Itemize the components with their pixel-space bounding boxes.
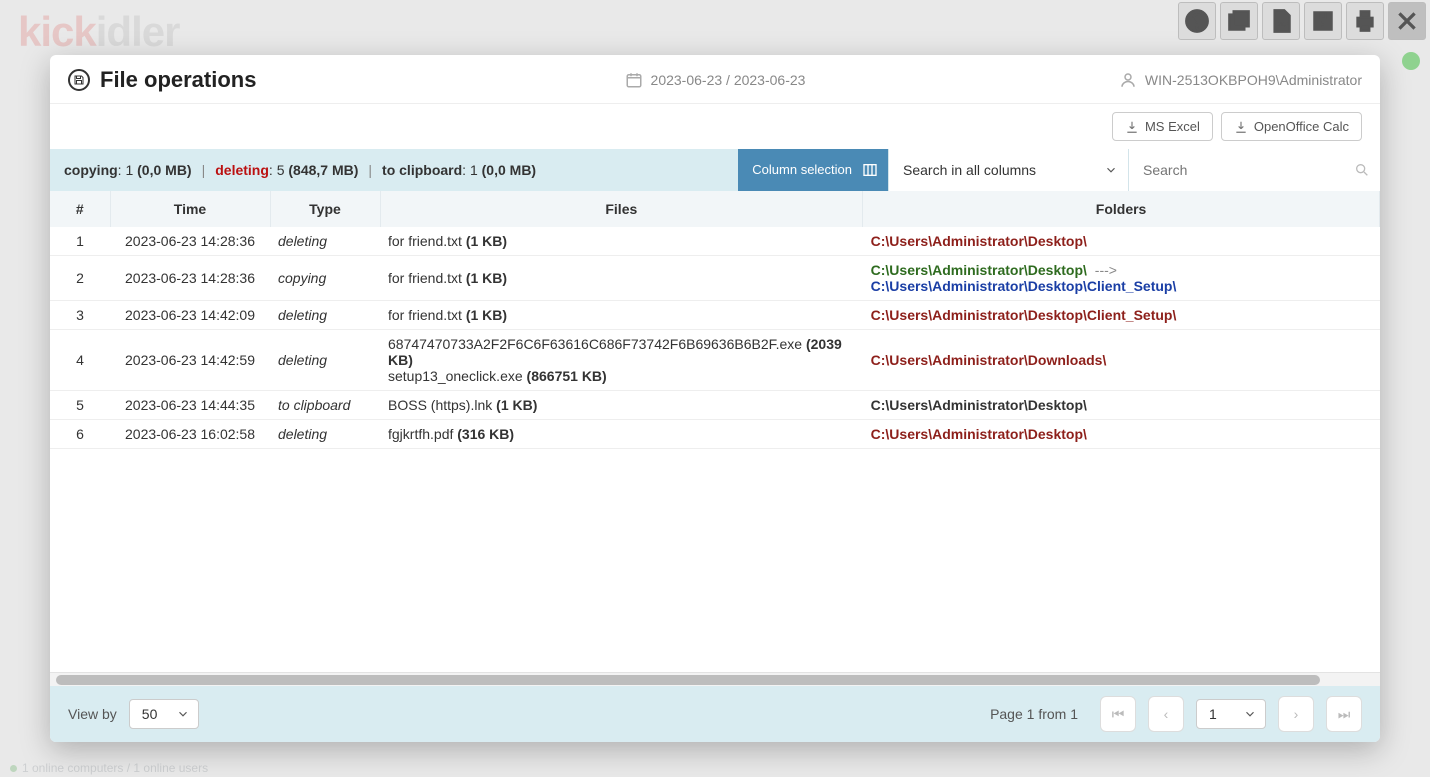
summary-bar: copying: 1 (0,0 MB) | deleting: 5 (848,7… — [50, 149, 1380, 191]
calendar-icon — [625, 71, 643, 89]
cell-time: 2023-06-23 16:02:58 — [110, 420, 270, 449]
download-icon — [1234, 120, 1248, 134]
cell-folders: C:\Users\Administrator\Desktop\ — [863, 420, 1380, 449]
cell-number: 2 — [50, 256, 110, 301]
cell-type: copying — [270, 256, 380, 301]
page-title: File operations — [100, 67, 256, 93]
col-files[interactable]: Files — [380, 191, 863, 227]
panel-header: File operations 2023-06-23 / 2023-06-23 … — [50, 55, 1380, 104]
chevron-down-icon — [1104, 163, 1118, 177]
table-row[interactable]: 22023-06-23 14:28:36copyingfor friend.tx… — [50, 256, 1380, 301]
page-last-button[interactable]: ⏭ — [1326, 696, 1362, 732]
cell-files: fgjkrtfh.pdf (316 KB) — [380, 420, 863, 449]
page-select[interactable]: 1 — [1196, 699, 1266, 729]
cell-type: to clipboard — [270, 391, 380, 420]
cell-files: for friend.txt (1 KB) — [380, 301, 863, 330]
file-operations-panel: File operations 2023-06-23 / 2023-06-23 … — [50, 55, 1380, 742]
file-ops-table: # Time Type Files Folders 12023-06-23 14… — [50, 191, 1380, 449]
rows-per-page-select[interactable]: 50 — [129, 699, 199, 729]
col-folders[interactable]: Folders — [863, 191, 1380, 227]
zip-icon[interactable] — [1304, 2, 1342, 40]
close-icon[interactable] — [1388, 2, 1426, 40]
cell-number: 1 — [50, 227, 110, 256]
user-info: WIN-2513OKBPOH9\Administrator — [931, 71, 1362, 89]
table-row[interactable]: 12023-06-23 14:28:36deletingfor friend.t… — [50, 227, 1380, 256]
download-icon — [1125, 120, 1139, 134]
table-row[interactable]: 62023-06-23 16:02:58deletingfgjkrtfh.pdf… — [50, 420, 1380, 449]
cell-time: 2023-06-23 14:28:36 — [110, 227, 270, 256]
panel-footer: View by 50 Page 1 from 1 ⏮ ‹ 1 › ⏭ — [50, 686, 1380, 742]
cell-number: 4 — [50, 330, 110, 391]
column-selection-button[interactable]: Column selection — [738, 149, 888, 191]
search-icon — [1354, 162, 1370, 178]
cell-folders: C:\Users\Administrator\Downloads\ — [863, 330, 1380, 391]
col-time[interactable]: Time — [110, 191, 270, 227]
online-indicator-icon — [1402, 52, 1420, 70]
col-type[interactable]: Type — [270, 191, 380, 227]
window-icon[interactable] — [1220, 2, 1258, 40]
cell-number: 6 — [50, 420, 110, 449]
page-label: Page 1 from 1 — [990, 706, 1078, 722]
save-disk-icon — [68, 69, 90, 91]
view-by-label: View by — [68, 706, 117, 722]
cell-type: deleting — [270, 227, 380, 256]
page-prev-button[interactable]: ‹ — [1148, 696, 1184, 732]
cell-number: 5 — [50, 391, 110, 420]
cell-folders: C:\Users\Administrator\Desktop\ — [863, 227, 1380, 256]
page-next-button[interactable]: › — [1278, 696, 1314, 732]
date-range-label: 2023-06-23 / 2023-06-23 — [651, 72, 806, 88]
columns-icon — [862, 162, 878, 178]
cell-folders: C:\Users\Administrator\Desktop\Client_Se… — [863, 301, 1380, 330]
search-field — [1128, 149, 1380, 191]
horizontal-scrollbar[interactable] — [50, 672, 1380, 686]
cell-type: deleting — [270, 301, 380, 330]
page-first-button[interactable]: ⏮ — [1100, 696, 1136, 732]
cell-time: 2023-06-23 14:42:59 — [110, 330, 270, 391]
chevron-down-icon — [1243, 707, 1257, 721]
cell-folders: C:\Users\Administrator\Desktop\ — [863, 391, 1380, 420]
cell-files: for friend.txt (1 KB) — [380, 227, 863, 256]
app-logo: kickidler — [18, 8, 179, 56]
date-range[interactable]: 2023-06-23 / 2023-06-23 — [499, 71, 930, 89]
cell-time: 2023-06-23 14:44:35 — [110, 391, 270, 420]
chevron-down-icon — [176, 707, 190, 721]
cell-type: deleting — [270, 420, 380, 449]
cell-number: 3 — [50, 301, 110, 330]
user-label: WIN-2513OKBPOH9\Administrator — [1145, 72, 1362, 88]
table-scroll[interactable]: # Time Type Files Folders 12023-06-23 14… — [50, 191, 1380, 672]
table-row[interactable]: 52023-06-23 14:44:35to clipboardBOSS (ht… — [50, 391, 1380, 420]
cell-files: for friend.txt (1 KB) — [380, 256, 863, 301]
export-bar: MS Excel OpenOffice Calc — [50, 104, 1380, 149]
export-ms-excel-button[interactable]: MS Excel — [1112, 112, 1213, 141]
cell-files: 68747470733A2F2F6C6F63616C686F73742F6B69… — [380, 330, 863, 391]
search-input[interactable] — [1143, 162, 1346, 178]
window-toolbar: PDF — [1178, 2, 1426, 40]
table-row[interactable]: 42023-06-23 14:42:59deleting68747470733A… — [50, 330, 1380, 391]
cell-time: 2023-06-23 14:28:36 — [110, 256, 270, 301]
pdf-icon[interactable]: PDF — [1262, 2, 1300, 40]
help-icon[interactable] — [1178, 2, 1216, 40]
cell-type: deleting — [270, 330, 380, 391]
export-openoffice-button[interactable]: OpenOffice Calc — [1221, 112, 1362, 141]
status-bar-text: 1 online computers / 1 online users — [10, 761, 208, 775]
search-scope-select[interactable]: Search in all columns — [888, 149, 1128, 191]
cell-time: 2023-06-23 14:42:09 — [110, 301, 270, 330]
cell-folders: C:\Users\Administrator\Desktop\ ---> C:\… — [863, 256, 1380, 301]
svg-text:PDF: PDF — [1277, 21, 1290, 28]
print-icon[interactable] — [1346, 2, 1384, 40]
col-number[interactable]: # — [50, 191, 110, 227]
user-icon — [1119, 71, 1137, 89]
cell-files: BOSS (https).lnk (1 KB) — [380, 391, 863, 420]
table-row[interactable]: 32023-06-23 14:42:09deletingfor friend.t… — [50, 301, 1380, 330]
summary-stats: copying: 1 (0,0 MB) | deleting: 5 (848,7… — [64, 149, 738, 191]
